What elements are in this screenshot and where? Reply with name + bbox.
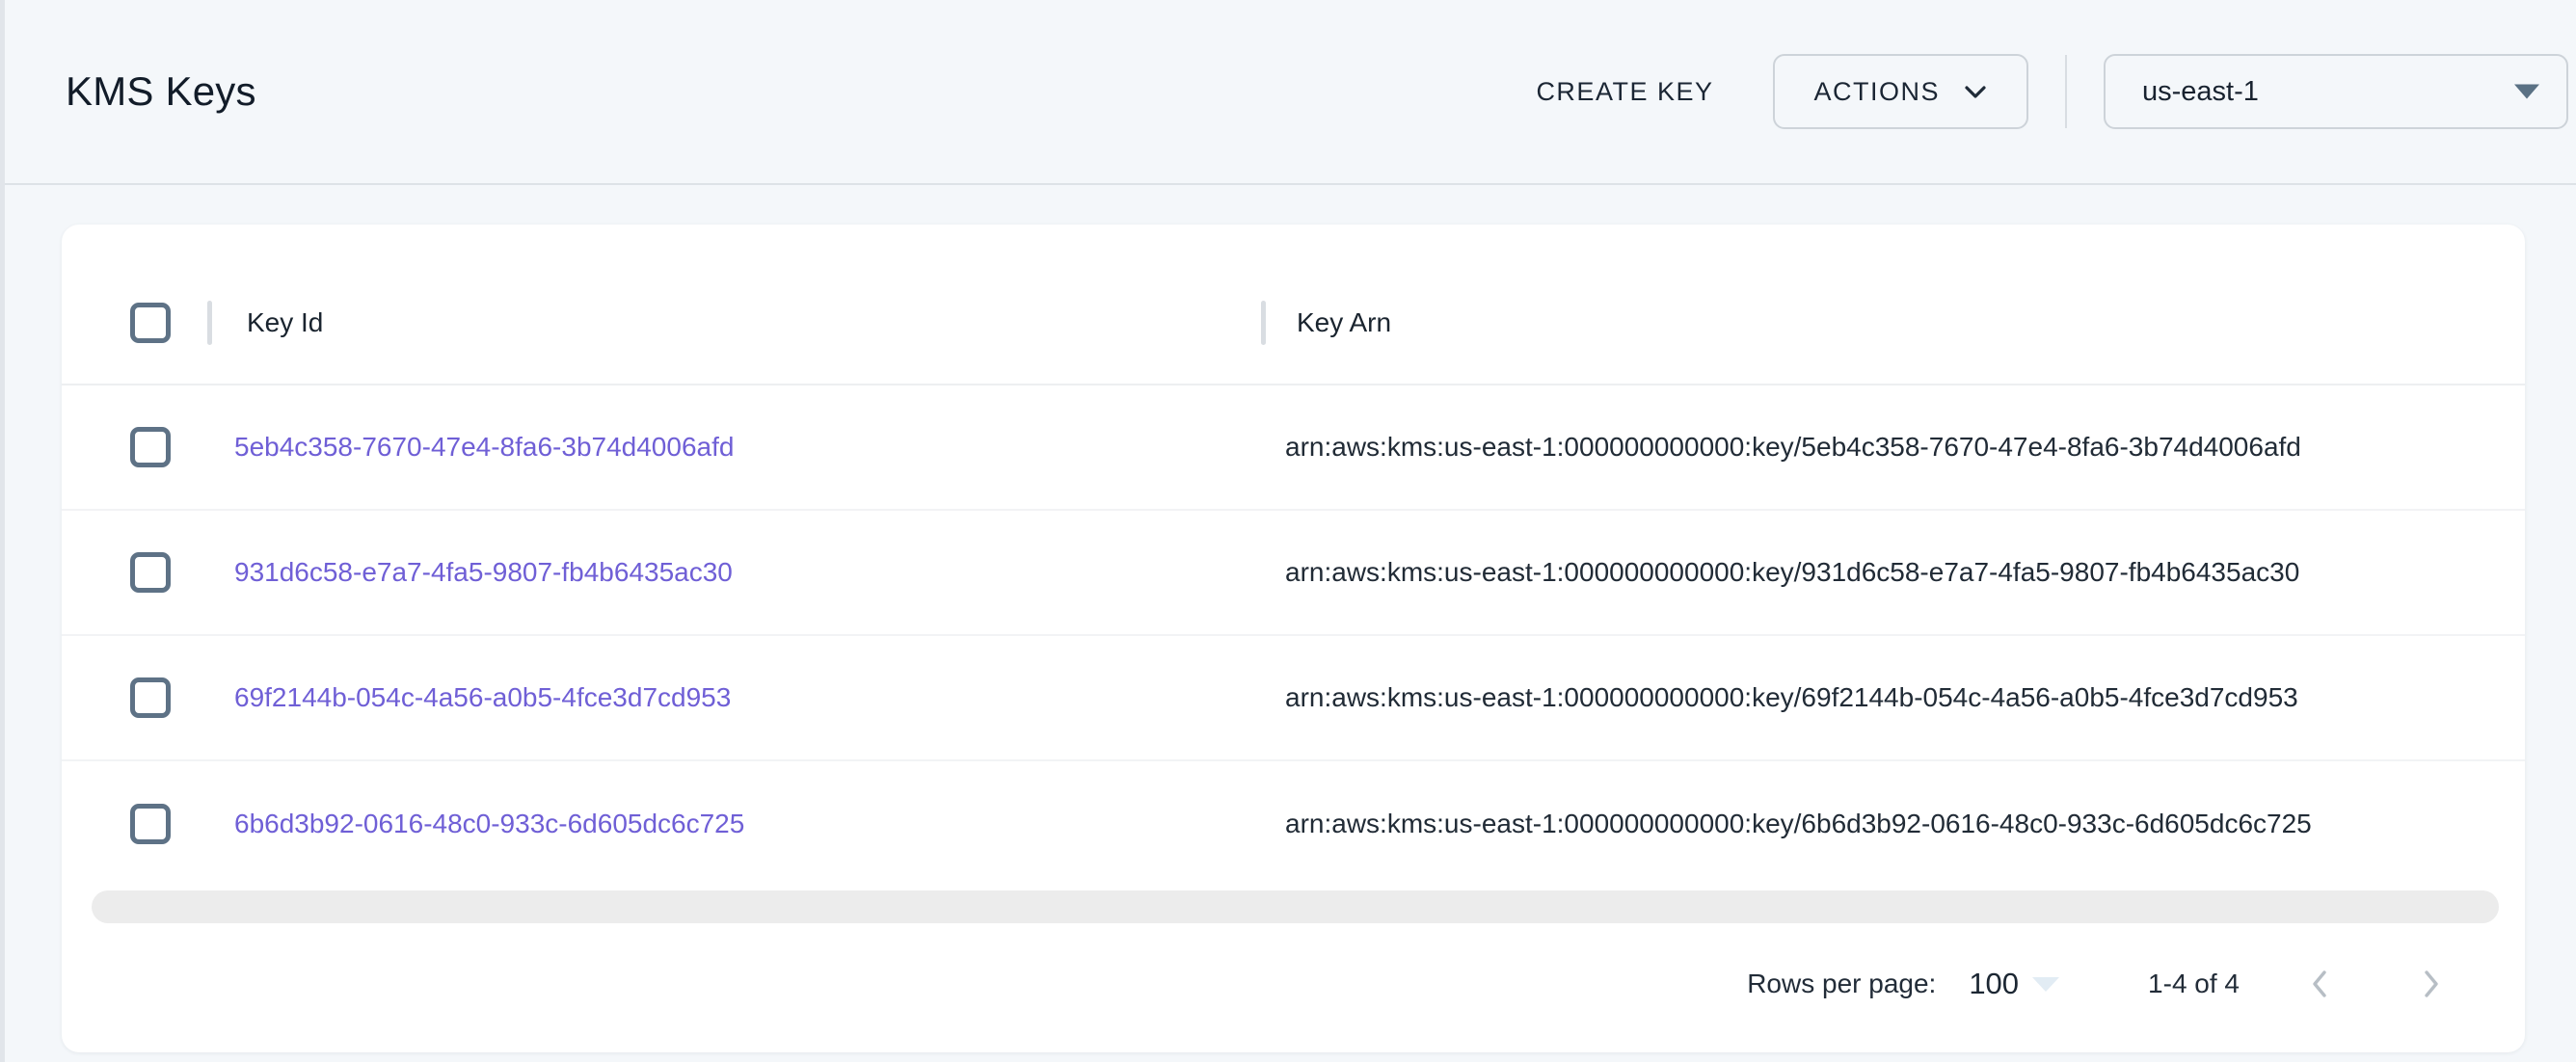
previous-page-button[interactable] <box>2286 950 2353 1018</box>
row-checkbox[interactable] <box>130 677 171 718</box>
header-cell-key-arn: Key Arn <box>1261 261 2525 384</box>
key-arn-text: arn:aws:kms:us-east-1:000000000000:key/9… <box>1285 557 2299 588</box>
page-header: KMS Keys CREATE KEY ACTIONS us-east-1 <box>5 0 2576 185</box>
row-cell-key-id: 69f2144b-054c-4a56-a0b5-4fce3d7cd953 <box>207 636 1261 759</box>
region-select[interactable]: us-east-1 <box>2104 54 2568 129</box>
chevron-right-icon <box>2421 968 2442 1000</box>
row-checkbox-cell <box>62 636 207 759</box>
triangle-down-icon <box>2032 977 2059 992</box>
table-row: 69f2144b-054c-4a56-a0b5-4fce3d7cd953 arn… <box>62 636 2525 761</box>
rows-per-page-value: 100 <box>1969 967 2019 1001</box>
row-cell-key-arn: arn:aws:kms:us-east-1:000000000000:key/9… <box>1261 511 2525 634</box>
row-cell-key-arn: arn:aws:kms:us-east-1:000000000000:key/6… <box>1261 761 2525 887</box>
rows-per-page-label: Rows per page: <box>1747 969 1936 999</box>
header-controls: CREATE KEY ACTIONS us-east-1 <box>1509 0 2568 183</box>
key-id-link[interactable]: 5eb4c358-7670-47e4-8fa6-3b74d4006afd <box>234 432 734 463</box>
rows-per-page-select[interactable]: 100 <box>1969 967 2059 1001</box>
column-header-key-id: Key Id <box>247 307 323 338</box>
row-checkbox-cell <box>62 761 207 887</box>
key-id-link[interactable]: 69f2144b-054c-4a56-a0b5-4fce3d7cd953 <box>234 682 731 713</box>
row-cell-key-arn: arn:aws:kms:us-east-1:000000000000:key/5… <box>1261 385 2525 509</box>
key-arn-text: arn:aws:kms:us-east-1:000000000000:key/6… <box>1285 809 2312 839</box>
row-checkbox-cell <box>62 511 207 634</box>
table-body: 5eb4c358-7670-47e4-8fa6-3b74d4006afd arn… <box>62 385 2525 887</box>
column-resize-handle[interactable] <box>207 301 212 345</box>
create-key-button[interactable]: CREATE KEY <box>1509 58 1740 126</box>
kms-keys-card: Key Id Key Arn 5eb4c358-7670-47e4-8fa6-3… <box>62 225 2525 1052</box>
column-header-key-arn: Key Arn <box>1297 307 1391 338</box>
table-row: 931d6c58-e7a7-4fa5-9807-fb4b6435ac30 arn… <box>62 511 2525 636</box>
pagination-range-label: 1-4 of 4 <box>2148 969 2240 999</box>
table-row: 6b6d3b92-0616-48c0-933c-6d605dc6c725 arn… <box>62 761 2525 887</box>
chevron-down-icon <box>1963 84 1988 100</box>
row-cell-key-id: 5eb4c358-7670-47e4-8fa6-3b74d4006afd <box>207 385 1261 509</box>
column-resize-handle[interactable] <box>1261 301 1266 345</box>
dropdown-caret-icon <box>2514 85 2539 99</box>
row-cell-key-arn: arn:aws:kms:us-east-1:000000000000:key/6… <box>1261 636 2525 759</box>
row-checkbox-cell <box>62 385 207 509</box>
page-title: KMS Keys <box>66 68 256 115</box>
key-arn-text: arn:aws:kms:us-east-1:000000000000:key/6… <box>1285 682 2298 713</box>
row-checkbox[interactable] <box>130 427 171 467</box>
header-cell-key-id: Key Id <box>207 261 1261 384</box>
row-checkbox[interactable] <box>130 804 171 844</box>
actions-button-label: ACTIONS <box>1813 77 1940 107</box>
row-cell-key-id: 6b6d3b92-0616-48c0-933c-6d605dc6c725 <box>207 761 1261 887</box>
pagination-bar: Rows per page: 100 1-4 of 4 <box>62 916 2525 1052</box>
row-checkbox[interactable] <box>130 552 171 593</box>
next-page-button[interactable] <box>2398 950 2465 1018</box>
key-arn-text: arn:aws:kms:us-east-1:000000000000:key/5… <box>1285 432 2301 463</box>
toolbar-divider <box>2065 55 2067 128</box>
key-id-link[interactable]: 6b6d3b92-0616-48c0-933c-6d605dc6c725 <box>234 809 744 839</box>
row-cell-key-id: 931d6c58-e7a7-4fa5-9807-fb4b6435ac30 <box>207 511 1261 634</box>
header-checkbox-cell <box>62 261 207 384</box>
table-header-row: Key Id Key Arn <box>62 261 2525 385</box>
select-all-checkbox[interactable] <box>130 303 171 343</box>
actions-button[interactable]: ACTIONS <box>1773 54 2028 129</box>
region-select-value: us-east-1 <box>2142 76 2259 108</box>
chevron-left-icon <box>2309 968 2330 1000</box>
table-row: 5eb4c358-7670-47e4-8fa6-3b74d4006afd arn… <box>62 385 2525 511</box>
key-id-link[interactable]: 931d6c58-e7a7-4fa5-9807-fb4b6435ac30 <box>234 557 733 588</box>
